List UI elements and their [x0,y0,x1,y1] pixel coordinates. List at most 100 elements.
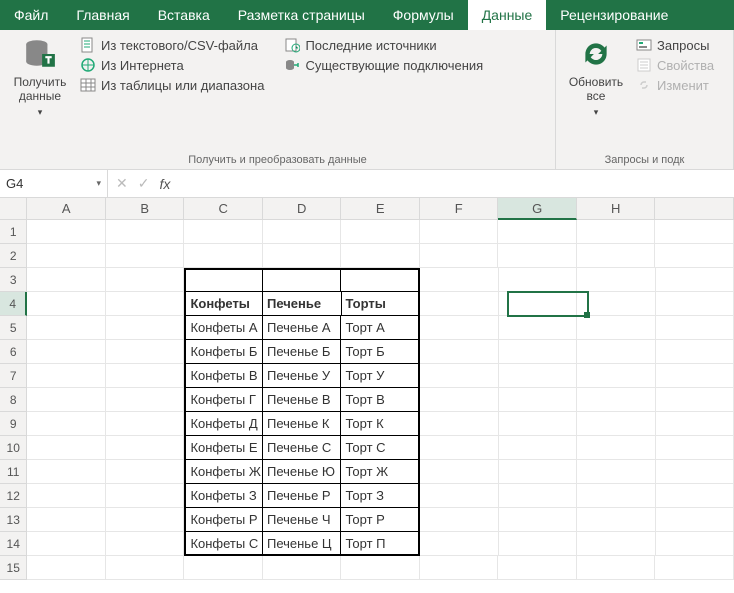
cell[interactable] [27,436,106,460]
cell[interactable] [106,484,185,508]
cell[interactable] [106,388,185,412]
cell[interactable] [106,316,185,340]
cell[interactable] [656,268,734,292]
tab-formulas[interactable]: Формулы [379,0,468,30]
cell[interactable]: Конфеты Д [184,412,263,436]
cell[interactable] [341,220,420,244]
cell[interactable] [420,508,499,532]
cell[interactable] [420,220,499,244]
cell[interactable] [577,388,656,412]
cell[interactable] [499,340,578,364]
cell[interactable] [106,508,185,532]
cell[interactable] [420,268,499,292]
cell[interactable] [577,508,656,532]
cell[interactable] [656,292,734,316]
cell[interactable] [420,292,499,316]
cell[interactable] [499,532,578,556]
cell[interactable] [656,412,734,436]
cell[interactable] [420,532,499,556]
tab-file[interactable]: Файл [0,0,62,30]
cell[interactable]: Торт Б [341,340,420,364]
cell[interactable] [577,316,656,340]
cell[interactable]: Торт П [341,532,420,556]
cell[interactable] [499,268,578,292]
cell[interactable]: Торт Ж [341,460,420,484]
cell[interactable] [498,556,577,580]
cell[interactable]: Конфеты З [184,484,263,508]
row-header[interactable]: 4 [0,292,27,316]
cell[interactable]: Печенье В [263,388,342,412]
cell[interactable] [106,292,185,316]
cell[interactable] [499,436,578,460]
cell[interactable] [420,484,499,508]
cell[interactable] [184,556,263,580]
cell[interactable] [577,244,656,268]
cell[interactable] [184,244,263,268]
from-csv-button[interactable]: Из текстового/CSV-файла [80,37,264,53]
row-header[interactable]: 14 [0,532,27,556]
cell[interactable]: Торт К [341,412,420,436]
cell[interactable]: Печенье А [263,316,342,340]
tab-review[interactable]: Рецензирование [546,0,682,30]
column-header[interactable]: H [577,198,656,220]
cell[interactable]: Печенье Р [263,484,342,508]
cell[interactable] [655,244,734,268]
cell[interactable] [499,460,578,484]
cell[interactable] [27,460,106,484]
cell[interactable] [420,460,499,484]
cell[interactable] [655,556,734,580]
cell[interactable] [577,292,656,316]
cell[interactable] [184,220,263,244]
cell[interactable] [499,316,578,340]
cell[interactable]: Печенье С [263,436,342,460]
cell[interactable] [499,412,578,436]
cell[interactable] [27,364,106,388]
row-header[interactable]: 11 [0,460,27,484]
cell[interactable]: Конфеты Г [184,388,263,412]
cell[interactable] [656,388,734,412]
cell[interactable]: Печенье У [263,364,342,388]
cell[interactable] [577,532,656,556]
from-web-button[interactable]: Из Интернета [80,57,264,73]
cell[interactable] [27,292,106,316]
cell[interactable] [656,508,734,532]
cell[interactable] [106,412,185,436]
row-header[interactable]: 8 [0,388,27,412]
cell[interactable] [577,460,656,484]
cell[interactable] [499,388,578,412]
cell[interactable] [27,244,106,268]
cell[interactable] [341,268,420,292]
cell[interactable] [106,460,185,484]
cell[interactable] [499,484,578,508]
row-header[interactable]: 12 [0,484,27,508]
cell[interactable] [106,268,185,292]
row-header[interactable]: 9 [0,412,27,436]
formula-input[interactable] [178,170,734,197]
column-header[interactable]: B [106,198,185,220]
cell[interactable] [27,484,106,508]
cell[interactable] [27,220,106,244]
enter-icon[interactable]: ✓ [138,175,150,192]
cell[interactable] [106,556,185,580]
cell[interactable] [341,244,420,268]
refresh-all-button[interactable]: Обновить все ▾ [562,35,630,154]
tab-layout[interactable]: Разметка страницы [224,0,379,30]
cell[interactable]: Конфеты Б [184,340,263,364]
cell[interactable] [577,484,656,508]
cell[interactable] [577,340,656,364]
cell[interactable] [263,244,342,268]
cell[interactable]: Торты [342,292,421,316]
row-header[interactable]: 2 [0,244,27,268]
cell[interactable] [498,220,577,244]
cell[interactable] [27,340,106,364]
cell[interactable]: Печенье Ц [263,532,342,556]
row-header[interactable]: 1 [0,220,27,244]
cell[interactable]: Торт В [341,388,420,412]
cell[interactable] [577,220,656,244]
queries-button[interactable]: Запросы [636,37,714,53]
cell[interactable] [420,316,499,340]
existing-conn-button[interactable]: Существующие подключения [284,57,483,73]
cell[interactable] [499,508,578,532]
cell[interactable]: Печенье Ю [263,460,342,484]
cell[interactable] [656,436,734,460]
